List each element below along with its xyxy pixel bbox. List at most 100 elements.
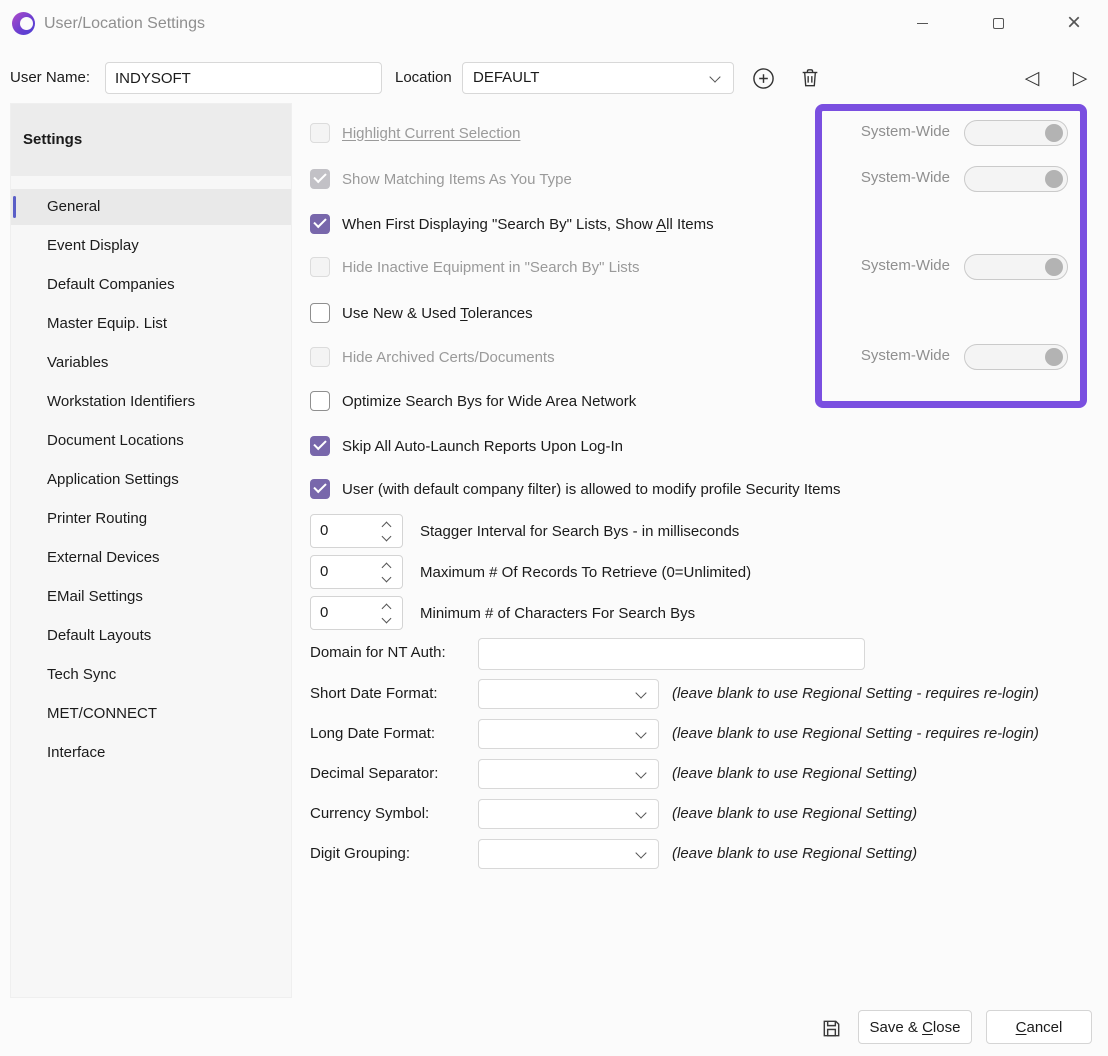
domain-nt-auth-label: Domain for NT Auth: (310, 637, 446, 669)
currency-symbol-dropdown[interactable] (478, 799, 659, 829)
new-used-tolerances-checkbox[interactable] (310, 303, 330, 323)
sidebar-item-met-connect[interactable]: MET/CONNECT (11, 696, 291, 732)
show-all-items-checkbox[interactable] (310, 214, 330, 234)
setting-row-modify-security-items: User (with default company filter) is al… (310, 472, 841, 506)
cancel-label: Cancel (1016, 1019, 1063, 1036)
chevron-down-icon (635, 847, 646, 858)
system-wide-toggle[interactable] (964, 254, 1068, 280)
max-records-row: 0 Maximum # Of Records To Retrieve (0=Un… (310, 555, 751, 589)
chevron-down-icon (709, 71, 720, 82)
chevron-up-icon (381, 521, 391, 531)
stepper-value: 0 (320, 597, 328, 629)
plus-circle-icon (752, 67, 775, 90)
toggle-knob (1045, 348, 1063, 366)
save-and-close-button[interactable]: Save & Close (858, 1010, 972, 1044)
sidebar-item-general[interactable]: General (11, 189, 291, 225)
sidebar-item-variables[interactable]: Variables (11, 345, 291, 381)
next-record-button[interactable]: ▷ (1065, 62, 1095, 94)
sidebar-list: General Event Display Default Companies … (11, 186, 291, 774)
delete-location-button[interactable] (796, 64, 824, 92)
sidebar-item-default-layouts[interactable]: Default Layouts (11, 618, 291, 654)
decimal-separator-label: Decimal Separator: (310, 758, 438, 790)
minimize-icon (917, 23, 928, 24)
maximize-button[interactable] (975, 2, 1021, 44)
number-stepper[interactable] (379, 519, 393, 543)
optimize-search-bys-checkbox[interactable] (310, 391, 330, 411)
sidebar-item-master-equip-list[interactable]: Master Equip. List (11, 306, 291, 342)
previous-record-button[interactable]: ◁ (1017, 62, 1047, 94)
setting-label: Hide Inactive Equipment in "Search By" L… (342, 259, 639, 276)
show-matching-items-checkbox[interactable] (310, 169, 330, 189)
regional-setting-note: (leave blank to use Regional Setting) (672, 839, 917, 869)
setting-row-hide-inactive-equipment: Hide Inactive Equipment in "Search By" L… (310, 250, 639, 284)
sidebar-item-document-locations[interactable]: Document Locations (11, 423, 291, 459)
stepper-label: Stagger Interval for Search Bys - in mil… (420, 523, 739, 540)
long-date-format-label: Long Date Format: (310, 718, 435, 750)
location-value: DEFAULT (473, 63, 539, 93)
system-wide-label: System-Wide (810, 347, 950, 364)
toggle-knob (1045, 258, 1063, 276)
setting-row-show-all-items: When First Displaying "Search By" Lists,… (310, 207, 714, 241)
sidebar-item-email-settings[interactable]: EMail Settings (11, 579, 291, 615)
sidebar-item-default-companies[interactable]: Default Companies (11, 267, 291, 303)
stepper-value: 0 (320, 556, 328, 588)
setting-label: User (with default company filter) is al… (342, 481, 841, 498)
highlight-current-selection-checkbox[interactable] (310, 123, 330, 143)
sidebar-header: Settings (11, 104, 291, 176)
sidebar-item-application-settings[interactable]: Application Settings (11, 462, 291, 498)
modify-security-items-checkbox[interactable] (310, 479, 330, 499)
sidebar-item-external-devices[interactable]: External Devices (11, 540, 291, 576)
setting-label: Use New & Used Tolerances (342, 305, 533, 322)
long-date-format-dropdown[interactable] (478, 719, 659, 749)
chevron-down-icon (635, 767, 646, 778)
system-wide-label: System-Wide (810, 123, 950, 140)
chevron-down-icon (635, 687, 646, 698)
sidebar-item-event-display[interactable]: Event Display (11, 228, 291, 264)
regional-setting-note: (leave blank to use Regional Setting) (672, 759, 917, 789)
toggle-knob (1045, 170, 1063, 188)
maximize-icon (993, 18, 1004, 29)
window-title: User/Location Settings (44, 0, 205, 48)
cancel-button[interactable]: Cancel (986, 1010, 1092, 1044)
setting-row-skip-auto-launch-reports: Skip All Auto-Launch Reports Upon Log-In (310, 429, 623, 463)
sidebar-item-interface[interactable]: Interface (11, 735, 291, 771)
setting-row-optimize-search-bys: Optimize Search Bys for Wide Area Networ… (310, 384, 636, 418)
decimal-separator-dropdown[interactable] (478, 759, 659, 789)
system-wide-toggle[interactable] (964, 166, 1068, 192)
close-button[interactable]: × (1051, 2, 1097, 44)
hide-archived-certs-checkbox[interactable] (310, 347, 330, 367)
minimize-button[interactable] (899, 2, 945, 44)
add-location-button[interactable] (749, 64, 777, 92)
domain-nt-auth-input[interactable] (478, 638, 865, 670)
stagger-interval-row: 0 Stagger Interval for Search Bys - in m… (310, 514, 739, 548)
sidebar-item-printer-routing[interactable]: Printer Routing (11, 501, 291, 537)
number-stepper[interactable] (379, 560, 393, 584)
system-wide-toggle[interactable] (964, 120, 1068, 146)
arrow-right-icon: ▷ (1073, 67, 1088, 90)
skip-auto-launch-reports-checkbox[interactable] (310, 436, 330, 456)
user-name-label: User Name: (10, 62, 90, 94)
setting-label: Highlight Current Selection (342, 125, 520, 142)
title-bar: User/Location Settings × (0, 0, 1108, 48)
hide-inactive-equipment-checkbox[interactable] (310, 257, 330, 277)
max-records-stepper[interactable]: 0 (310, 555, 403, 589)
digit-grouping-label: Digit Grouping: (310, 838, 410, 870)
digit-grouping-dropdown[interactable] (478, 839, 659, 869)
system-wide-label: System-Wide (810, 257, 950, 274)
setting-label: Optimize Search Bys for Wide Area Networ… (342, 393, 636, 410)
sidebar-item-tech-sync[interactable]: Tech Sync (11, 657, 291, 693)
save-button[interactable] (816, 1013, 846, 1043)
sidebar-item-workstation-identifiers[interactable]: Workstation Identifiers (11, 384, 291, 420)
system-wide-toggle[interactable] (964, 344, 1068, 370)
setting-row-show-matching-items: Show Matching Items As You Type (310, 162, 572, 196)
user-name-input[interactable] (105, 62, 382, 94)
number-stepper[interactable] (379, 601, 393, 625)
short-date-format-dropdown[interactable] (478, 679, 659, 709)
location-dropdown[interactable]: DEFAULT (462, 62, 734, 94)
settings-sidebar: Settings General Event Display Default C… (10, 103, 292, 998)
min-characters-stepper[interactable]: 0 (310, 596, 403, 630)
setting-row-hide-archived-certs: Hide Archived Certs/Documents (310, 340, 555, 374)
stagger-interval-stepper[interactable]: 0 (310, 514, 403, 548)
stepper-value: 0 (320, 515, 328, 547)
save-and-close-label: Save & Close (870, 1019, 961, 1036)
